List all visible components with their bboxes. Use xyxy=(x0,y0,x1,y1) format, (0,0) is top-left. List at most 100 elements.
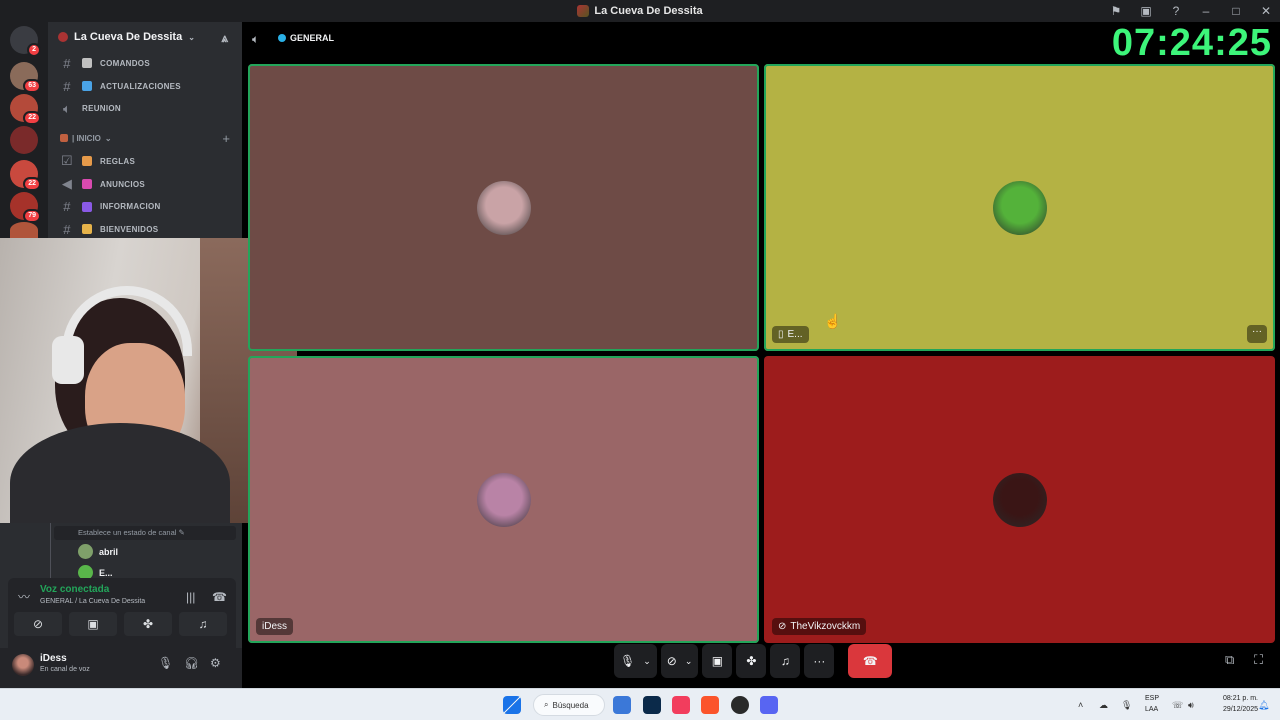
voice-channel-name: GENERAL xyxy=(290,33,335,43)
server-header[interactable]: La Cueva De Dessita ⌄ ⩓ xyxy=(48,22,242,52)
microphone-icon: 🎙︎ xyxy=(620,654,636,668)
share-screen-icon: ▣ xyxy=(87,617,99,631)
server-badge: 2 xyxy=(27,43,41,57)
inbox-icon[interactable]: ⚑ xyxy=(1108,4,1124,18)
sidebar-lower: Establece un estado de canal ✎ abril E..… xyxy=(0,522,242,688)
search-icon: ⌕ xyxy=(544,700,549,709)
fullscreen-icon[interactable]: ⛶ xyxy=(1254,652,1263,668)
avatar[interactable] xyxy=(12,654,34,676)
server-icon[interactable]: 79 xyxy=(10,192,41,223)
speaker-icon: 🔈︎ xyxy=(252,32,260,46)
channel-item[interactable]: # ACTUALIZACIONES xyxy=(48,75,242,98)
cam-person-shirt xyxy=(10,423,230,523)
system-clock[interactable]: 08:21 p. m. 29/12/2025 xyxy=(1223,693,1258,715)
cam-headphone-cup xyxy=(52,336,84,384)
help-icon[interactable]: ? xyxy=(1168,4,1184,18)
server-icon[interactable]: 22 xyxy=(10,160,41,191)
camera-off-icon: ⊘ xyxy=(32,617,44,631)
voice-tree-line xyxy=(50,522,51,578)
participant-name-tag: ⊘ TheVikzovckkm xyxy=(772,618,867,635)
server-icon[interactable]: 22 xyxy=(10,94,41,125)
server-icon[interactable] xyxy=(10,222,38,238)
chevron-down-icon: ⌄ xyxy=(643,655,651,666)
channel-item[interactable]: ☑ REGLAS xyxy=(48,150,242,173)
channel-emoji-icon xyxy=(82,58,92,69)
category-header[interactable]: | INICIO ⌄ + xyxy=(48,126,242,150)
channel-emoji-icon xyxy=(82,201,92,212)
voice-user[interactable]: abril xyxy=(78,544,118,559)
voice-user-name: abril xyxy=(99,546,119,557)
call-controls: 🎙︎ ⌄ ⊘ ⌄ ▣ ✤ ♫ ··· ☎ xyxy=(614,644,893,678)
channel-emoji-icon xyxy=(278,34,286,42)
language-line: LAA xyxy=(1145,706,1159,713)
activities-button[interactable]: ✤ xyxy=(736,644,767,678)
close-button[interactable]: ✕ xyxy=(1258,4,1274,18)
signal-icon[interactable]: 〰 xyxy=(18,588,30,605)
gear-icon[interactable]: ⚙ xyxy=(210,656,221,670)
hash-icon: # xyxy=(63,221,71,237)
volume-icon[interactable]: 🔊︎ xyxy=(1188,689,1194,720)
disconnect-icon[interactable]: ☎ xyxy=(212,590,227,604)
music-icon[interactable] xyxy=(672,696,690,714)
server-badge: 79 xyxy=(23,209,41,223)
share-screen-icon: ▣ xyxy=(711,654,724,668)
disconnect-button[interactable]: ☎ xyxy=(848,644,893,678)
soundboard-button[interactable]: ♫ xyxy=(770,644,801,678)
camera-button[interactable]: ⊘ ⌄ xyxy=(660,644,699,678)
windows-start-icon[interactable] xyxy=(503,696,521,714)
activities-button[interactable]: ✤ xyxy=(124,612,172,636)
chevron-down-icon: ⌄ xyxy=(188,32,195,42)
app-icon[interactable] xyxy=(613,696,631,714)
muted-icon: ⊘ xyxy=(778,621,787,632)
network-icon[interactable]: ☏ xyxy=(1172,689,1183,720)
channel-item[interactable]: 🔈︎ REUNION xyxy=(48,97,242,120)
camera-off-button[interactable]: ⊘ xyxy=(14,612,62,636)
cloud-icon[interactable]: ☁ xyxy=(1099,689,1108,720)
screen-icon[interactable]: ▣ xyxy=(1138,4,1154,18)
add-channel-icon[interactable]: + xyxy=(222,131,230,146)
discord-icon[interactable] xyxy=(760,696,778,714)
microphone-icon[interactable]: 🎙︎ xyxy=(158,656,173,670)
server-icon[interactable] xyxy=(10,126,38,154)
participant-tile[interactable]: iDess xyxy=(248,356,759,643)
maximize-button[interactable]: □ xyxy=(1228,4,1244,18)
more-options-button[interactable]: ··· xyxy=(804,644,835,678)
notification-icon[interactable]: 🔔︎ xyxy=(1258,689,1269,720)
server-icon[interactable]: 63 xyxy=(10,62,41,93)
channel-item[interactable]: # INFORMACION xyxy=(48,195,242,218)
share-screen-button[interactable]: ▣ xyxy=(702,644,733,678)
participant-name: E... xyxy=(787,329,803,340)
minimize-button[interactable]: – xyxy=(1198,4,1214,18)
microphone-button[interactable]: 🎙︎ ⌄ xyxy=(614,644,657,678)
participant-tile[interactable] xyxy=(248,64,759,351)
channel-status-input[interactable]: Establece un estado de canal ✎ xyxy=(54,526,236,540)
server-header-icon xyxy=(58,32,68,42)
taskbar-search[interactable]: ⌕ Búsqueda xyxy=(533,694,605,716)
microphone-icon[interactable]: 🎙︎ xyxy=(1121,689,1132,720)
participant-tile[interactable]: ▯ E... ··· xyxy=(764,64,1275,351)
share-screen-button[interactable]: ▣ xyxy=(69,612,117,636)
obs-icon[interactable] xyxy=(731,696,749,714)
chevron-up-icon[interactable]: ˄ xyxy=(1078,689,1083,720)
soundboard-button[interactable]: ♫ xyxy=(179,612,227,636)
more-options-button[interactable]: ··· xyxy=(1247,325,1267,343)
language-indicator[interactable]: ESP LAA xyxy=(1145,693,1159,715)
window-title: La Cueva De Dessita xyxy=(594,5,703,17)
avatar xyxy=(476,180,531,235)
server-logo-icon xyxy=(577,5,590,17)
popout-icon[interactable]: ⧉ xyxy=(1225,652,1234,668)
direct-messages-button[interactable]: 2 xyxy=(10,26,41,57)
channel-item[interactable]: ◀ ANUNCIOS xyxy=(48,173,242,196)
headphones-icon[interactable]: 🎧︎ xyxy=(184,656,199,670)
voice-channel-title: GENERAL xyxy=(278,33,334,43)
photoshop-icon[interactable] xyxy=(643,696,661,714)
channel-item[interactable]: # COMANDOS xyxy=(48,52,242,75)
channel-emoji-icon xyxy=(82,156,92,167)
participant-tile[interactable]: ⊘ TheVikzovckkm xyxy=(764,356,1275,643)
participant-name: TheVikzovckkm xyxy=(790,621,861,632)
screen: La Cueva De Dessita ⚑ ▣ ? – □ ✕ 2 63 22 … xyxy=(0,0,1280,720)
boost-icon[interactable]: ⩓ xyxy=(221,31,228,46)
noise-suppression-icon[interactable]: ||| xyxy=(186,590,195,604)
brave-icon[interactable] xyxy=(701,696,719,714)
soundboard-icon: ♫ xyxy=(780,654,790,668)
